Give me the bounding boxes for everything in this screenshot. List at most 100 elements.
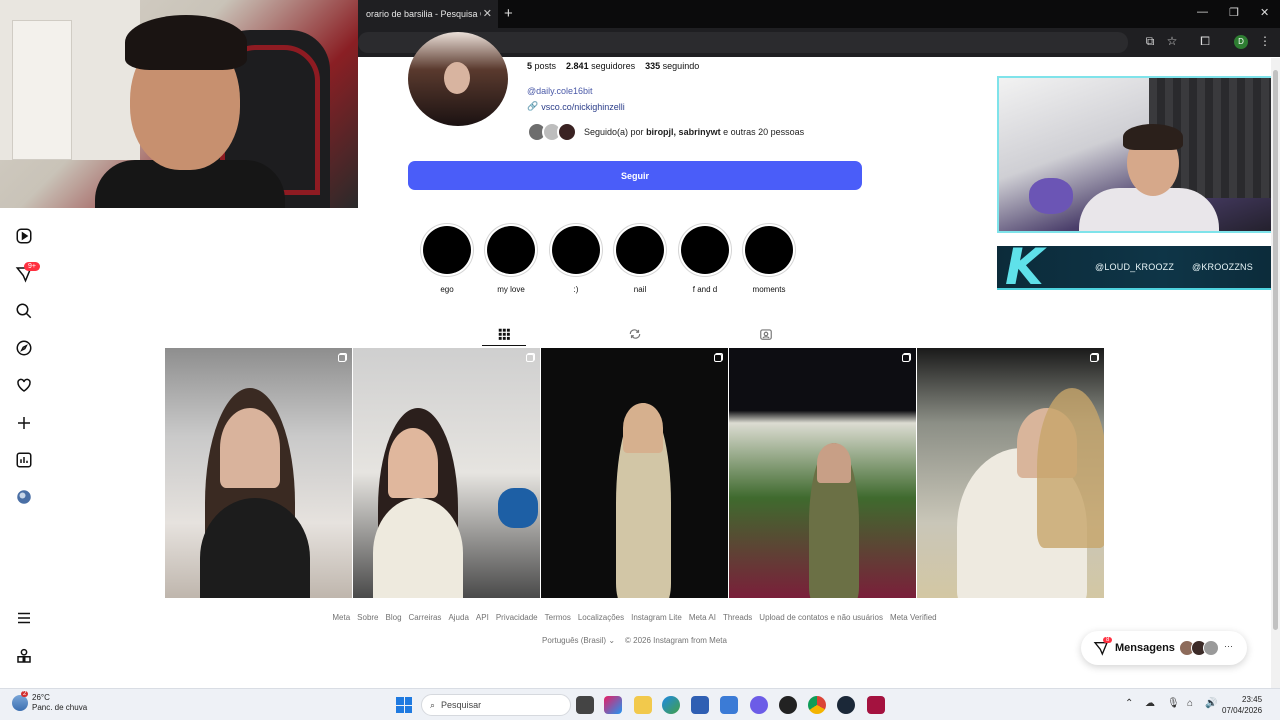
link-icon: 🔗 xyxy=(527,101,539,111)
time: 23:45 xyxy=(1242,695,1263,704)
chrome-icon[interactable] xyxy=(808,696,826,714)
profile-avatar[interactable] xyxy=(408,32,508,126)
notification-badge: 9+ xyxy=(24,262,40,271)
weather-widget[interactable]: 2 26°C Panc. de chuva xyxy=(12,691,88,713)
more-menu-icon[interactable] xyxy=(14,608,34,628)
tab-posts[interactable] xyxy=(482,322,526,346)
app-icon[interactable] xyxy=(779,696,797,714)
tray-app-icon[interactable]: ☁ xyxy=(1145,698,1155,709)
followed-by-text: Seguido(a) por biropjl, sabrinywt e outr… xyxy=(584,127,805,137)
close-window-icon[interactable]: ✕ xyxy=(1260,6,1269,19)
heart-icon[interactable] xyxy=(14,375,34,395)
profile-avatar-icon[interactable] xyxy=(14,487,34,507)
chevron-down-icon: ⌄ xyxy=(608,636,616,645)
reels-icon[interactable] xyxy=(14,226,34,246)
taskbar-search[interactable]: ⌕ Pesquisar xyxy=(421,694,571,716)
carousel-icon xyxy=(1090,354,1098,362)
footer-link[interactable]: Ajuda xyxy=(448,613,468,622)
explore-icon[interactable] xyxy=(14,338,34,358)
file-explorer-icon[interactable] xyxy=(634,696,652,714)
banner-logo: K xyxy=(1005,238,1044,296)
new-tab-button[interactable]: + xyxy=(504,5,513,22)
tab-tagged[interactable] xyxy=(744,322,788,346)
network-icon[interactable]: ⌂ xyxy=(1187,698,1193,709)
footer-link[interactable]: Meta xyxy=(332,613,350,622)
post-thumbnail[interactable] xyxy=(917,348,1104,598)
post-thumbnail[interactable] xyxy=(165,348,352,598)
repost-icon xyxy=(629,329,641,339)
mutual-avatar xyxy=(557,122,577,142)
edge-icon[interactable] xyxy=(662,696,680,714)
carousel-icon xyxy=(338,354,346,362)
footer-bottom: Português (Brasil) ⌄ © 2026 Instagram fr… xyxy=(165,636,1104,645)
cast-icon[interactable]: ⧉ xyxy=(1141,34,1159,49)
profile-stats: 5 posts 2.841 seguidores 335 seguindo xyxy=(527,61,699,71)
footer-link[interactable]: Instagram Lite xyxy=(631,613,682,622)
highlight-item[interactable]: my love xyxy=(483,223,539,294)
task-view-icon[interactable] xyxy=(576,696,594,714)
post-thumbnail[interactable] xyxy=(353,348,540,598)
highlight-item[interactable]: :) xyxy=(548,223,604,294)
start-button[interactable] xyxy=(396,697,412,713)
following-stat[interactable]: 335 seguindo xyxy=(645,61,699,71)
footer-link[interactable]: Blog xyxy=(386,613,402,622)
language-select[interactable]: Português (Brasil) ⌄ xyxy=(542,636,615,645)
tagged-icon xyxy=(760,329,772,340)
restore-icon[interactable]: ❐ xyxy=(1229,6,1239,19)
steam-icon[interactable] xyxy=(837,696,855,714)
browser-tab[interactable]: orario de barsilia - Pesquisa Go ✕ xyxy=(358,0,498,28)
adobe-app-icon[interactable] xyxy=(867,696,885,714)
tab-close-icon[interactable]: ✕ xyxy=(483,7,492,20)
messages-button[interactable]: 8 Mensagens ··· xyxy=(1081,631,1247,665)
clock[interactable]: 23:45 07/04/2026 xyxy=(1222,694,1262,716)
footer-link[interactable]: Upload de contatos e não usuários xyxy=(759,613,883,622)
highlight-item[interactable]: moments xyxy=(741,223,797,294)
highlight-label: my love xyxy=(497,285,525,294)
footer-link[interactable]: Meta AI xyxy=(689,613,716,622)
highlight-item[interactable]: nail xyxy=(612,223,668,294)
footer-link[interactable]: Localizações xyxy=(578,613,624,622)
external-link[interactable]: 🔗 vsco.co/nickighinzelli xyxy=(527,101,625,112)
browser-menu-icon[interactable]: ⋮ xyxy=(1256,34,1274,48)
messages-badge: 8 xyxy=(1103,637,1113,643)
also-from-meta-icon[interactable] xyxy=(14,646,34,666)
follow-button[interactable]: Seguir xyxy=(408,161,862,190)
bookmark-star-icon[interactable]: ☆ xyxy=(1163,34,1181,48)
page-scrollbar[interactable] xyxy=(1271,58,1280,688)
highlight-item[interactable]: ego xyxy=(419,223,475,294)
extensions-icon[interactable]: ⧠ xyxy=(1196,34,1214,49)
widgets-app-icon[interactable] xyxy=(604,696,622,714)
tab-reposts[interactable] xyxy=(613,322,657,346)
footer-link[interactable]: Termos xyxy=(545,613,571,622)
discord-icon[interactable] xyxy=(750,696,768,714)
outlook-icon[interactable] xyxy=(720,696,738,714)
messages-label: Mensagens xyxy=(1115,642,1175,654)
tray-expand-icon[interactable]: ⌃ xyxy=(1125,698,1133,709)
highlight-label: moments xyxy=(752,285,786,294)
create-plus-icon[interactable] xyxy=(14,413,34,433)
post-thumbnail[interactable] xyxy=(541,348,728,598)
browser-profile-avatar[interactable]: D xyxy=(1234,35,1248,49)
dashboard-icon[interactable] xyxy=(14,450,34,470)
threads-handle-link[interactable]: @daily.cole16bit xyxy=(527,86,593,96)
footer-link[interactable]: Sobre xyxy=(357,613,378,622)
followers-stat[interactable]: 2.841 seguidores xyxy=(566,61,635,71)
highlight-item[interactable]: f and d xyxy=(677,223,733,294)
minimize-icon[interactable]: — xyxy=(1197,6,1208,18)
search-icon[interactable] xyxy=(14,301,34,321)
footer-link[interactable]: Threads xyxy=(723,613,752,622)
stream-banner: K @LOUD_KROOZZ @KROOZZNS xyxy=(997,240,1276,294)
weather-icon: 2 xyxy=(12,691,29,711)
webcam-overlay-streamer xyxy=(0,0,358,208)
weather-description: Panc. de chuva xyxy=(32,703,88,712)
footer-link[interactable]: Carreiras xyxy=(409,613,442,622)
footer-link[interactable]: Privacidade xyxy=(496,613,538,622)
microphone-icon[interactable]: 🎙 xyxy=(1167,698,1180,709)
volume-icon[interactable]: 🔊 xyxy=(1205,698,1217,709)
post-thumbnail[interactable] xyxy=(729,348,916,598)
footer-link[interactable]: API xyxy=(476,613,489,622)
highlight-label: :) xyxy=(573,285,579,294)
followed-by-row[interactable]: Seguido(a) por biropjl, sabrinywt e outr… xyxy=(527,122,804,142)
footer-link[interactable]: Meta Verified xyxy=(890,613,937,622)
store-icon[interactable] xyxy=(691,696,709,714)
